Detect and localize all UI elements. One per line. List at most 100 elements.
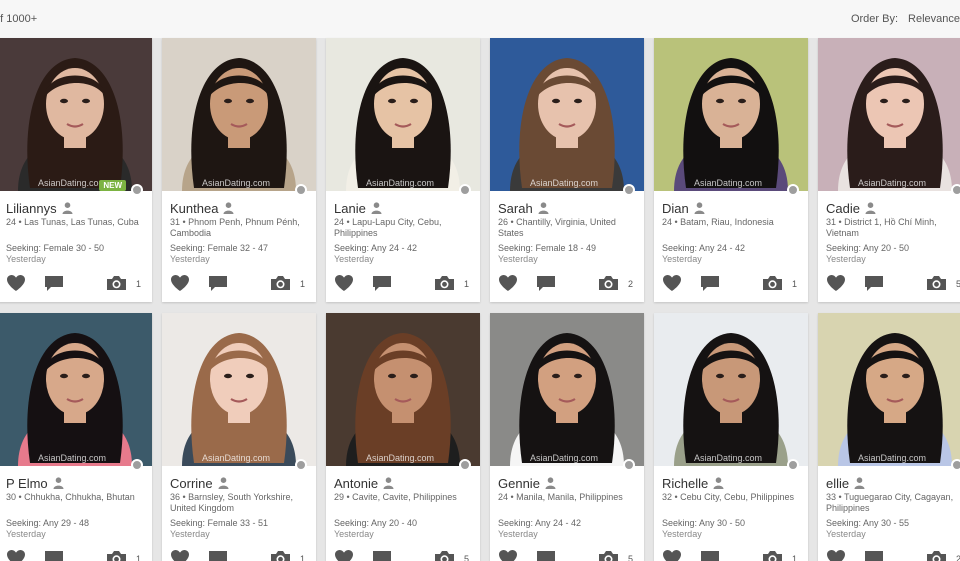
message-icon[interactable] <box>700 550 720 561</box>
profile-photo[interactable]: AsianDating.com <box>326 38 480 191</box>
profile-photo[interactable]: AsianDating.com <box>0 313 152 466</box>
last-active: Yesterday <box>170 529 210 539</box>
profile-seeking: Seeking: Female 30 - 50 <box>6 243 105 253</box>
profile-card[interactable]: AsianDating.com Dian 24 • Batam, Riau, I… <box>654 38 808 302</box>
message-icon[interactable] <box>372 550 392 561</box>
last-active: Yesterday <box>170 254 210 264</box>
camera-icon[interactable] <box>762 550 783 561</box>
message-icon[interactable] <box>372 275 392 292</box>
profile-location: 36 • Barnsley, South Yorkshire, United K… <box>170 492 294 513</box>
heart-icon[interactable] <box>498 274 518 292</box>
person-icon <box>854 477 865 489</box>
profile-card[interactable]: AsianDating.com Richelle 32 • Cebu City,… <box>654 313 808 561</box>
person-icon <box>383 477 394 489</box>
results-count: of 1000+ <box>0 13 38 25</box>
order-by-select[interactable]: Relevance <box>908 13 960 25</box>
profile-seeking: Seeking: Any 30 - 55 <box>826 518 910 528</box>
profile-name[interactable]: Sarah <box>498 201 533 216</box>
camera-icon[interactable] <box>926 550 947 561</box>
profile-card[interactable]: AsianDating.com NEW Liliannys 24 • Las T… <box>0 38 152 302</box>
profile-photo[interactable]: AsianDating.com <box>654 313 808 466</box>
camera-icon[interactable] <box>106 275 127 291</box>
person-icon <box>713 477 724 489</box>
profile-location: 24 • Las Tunas, Las Tunas, Cuba <box>6 217 139 227</box>
profile-name[interactable]: Liliannys <box>6 201 57 216</box>
profile-photo[interactable]: AsianDating.com NEW <box>0 38 152 191</box>
message-icon[interactable] <box>208 275 228 292</box>
camera-icon[interactable] <box>434 550 455 561</box>
profile-photo[interactable]: AsianDating.com <box>818 38 960 191</box>
profile-card[interactable]: AsianDating.com Corrine 36 • Barnsley, S… <box>162 313 316 561</box>
profile-location: 29 • Cavite, Cavite, Philippines <box>334 492 457 502</box>
profile-name[interactable]: ellie <box>826 476 849 491</box>
heart-icon[interactable] <box>6 274 26 292</box>
photo-watermark: AsianDating.com <box>202 453 271 463</box>
photo-watermark: AsianDating.com <box>202 178 271 188</box>
heart-icon[interactable] <box>826 549 846 561</box>
profile-name[interactable]: Dian <box>662 201 689 216</box>
camera-icon[interactable] <box>106 550 127 561</box>
message-icon[interactable] <box>208 550 228 561</box>
profile-card[interactable]: AsianDating.com P Elmo 30 • Chhukha, Chh… <box>0 313 152 561</box>
heart-icon[interactable] <box>662 274 682 292</box>
profile-photo[interactable]: AsianDating.com <box>654 38 808 191</box>
message-icon[interactable] <box>864 550 884 561</box>
profile-photo[interactable]: AsianDating.com <box>162 38 316 191</box>
camera-icon[interactable] <box>434 275 455 291</box>
heart-icon[interactable] <box>334 549 354 561</box>
profile-photo[interactable]: AsianDating.com <box>818 313 960 466</box>
heart-icon[interactable] <box>662 549 682 561</box>
heart-icon[interactable] <box>498 549 518 561</box>
message-icon[interactable] <box>864 275 884 292</box>
message-icon[interactable] <box>700 275 720 292</box>
profile-card[interactable]: AsianDating.com Antonie 29 • Cavite, Cav… <box>326 313 480 561</box>
profile-photo[interactable]: AsianDating.com <box>490 38 644 191</box>
camera-icon[interactable] <box>598 550 619 561</box>
card-actions: 2 <box>490 274 644 294</box>
heart-icon[interactable] <box>6 549 26 561</box>
profile-seeking: Seeking: Female 18 - 49 <box>498 243 597 253</box>
last-active: Yesterday <box>498 254 538 264</box>
profile-seeking: Seeking: Any 29 - 48 <box>6 518 90 528</box>
profile-name[interactable]: Lanie <box>334 201 366 216</box>
camera-icon[interactable] <box>270 550 291 561</box>
camera-icon[interactable] <box>926 275 947 291</box>
camera-icon[interactable] <box>598 275 619 291</box>
message-icon[interactable] <box>44 275 64 292</box>
profile-name[interactable]: Corrine <box>170 476 213 491</box>
profile-card[interactable]: AsianDating.com ellie 33 • Tuguegarao Ci… <box>818 313 960 561</box>
card-actions: 2 <box>818 549 960 561</box>
person-icon <box>545 477 556 489</box>
profile-photo[interactable]: AsianDating.com <box>326 313 480 466</box>
profile-name[interactable]: Cadie <box>826 201 860 216</box>
profile-name[interactable]: Antonie <box>334 476 378 491</box>
profile-name[interactable]: P Elmo <box>6 476 48 491</box>
message-icon[interactable] <box>536 550 556 561</box>
profile-location: 30 • Chhukha, Chhukha, Bhutan <box>6 492 135 502</box>
message-icon[interactable] <box>536 275 556 292</box>
profile-card[interactable]: AsianDating.com Sarah 26 • Chantilly, Vi… <box>490 38 644 302</box>
card-actions: 1 <box>326 274 480 294</box>
profile-photo[interactable]: AsianDating.com <box>162 313 316 466</box>
camera-icon[interactable] <box>270 275 291 291</box>
profile-card[interactable]: AsianDating.com Lanie 24 • Lapu-Lapu Cit… <box>326 38 480 302</box>
heart-icon[interactable] <box>170 274 190 292</box>
profile-name[interactable]: Kunthea <box>170 201 218 216</box>
card-actions: 1 <box>654 274 808 294</box>
heart-icon[interactable] <box>170 549 190 561</box>
online-status-dot <box>623 184 635 196</box>
profile-location: 33 • Tuguegarao City, Cagayan, Philippin… <box>826 492 954 513</box>
profile-card[interactable]: AsianDating.com Kunthea 31 • Phnom Penh,… <box>162 38 316 302</box>
card-actions: 5 <box>490 549 644 561</box>
profile-card[interactable]: AsianDating.com Cadie 31 • District 1, H… <box>818 38 960 302</box>
profile-name[interactable]: Richelle <box>662 476 708 491</box>
camera-icon[interactable] <box>762 275 783 291</box>
profile-photo[interactable]: AsianDating.com <box>490 313 644 466</box>
heart-icon[interactable] <box>826 274 846 292</box>
photo-count: 1 <box>136 554 142 561</box>
online-status-dot <box>787 459 799 471</box>
profile-card[interactable]: AsianDating.com Gennie 24 • Manila, Mani… <box>490 313 644 561</box>
profile-name[interactable]: Gennie <box>498 476 540 491</box>
message-icon[interactable] <box>44 550 64 561</box>
heart-icon[interactable] <box>334 274 354 292</box>
